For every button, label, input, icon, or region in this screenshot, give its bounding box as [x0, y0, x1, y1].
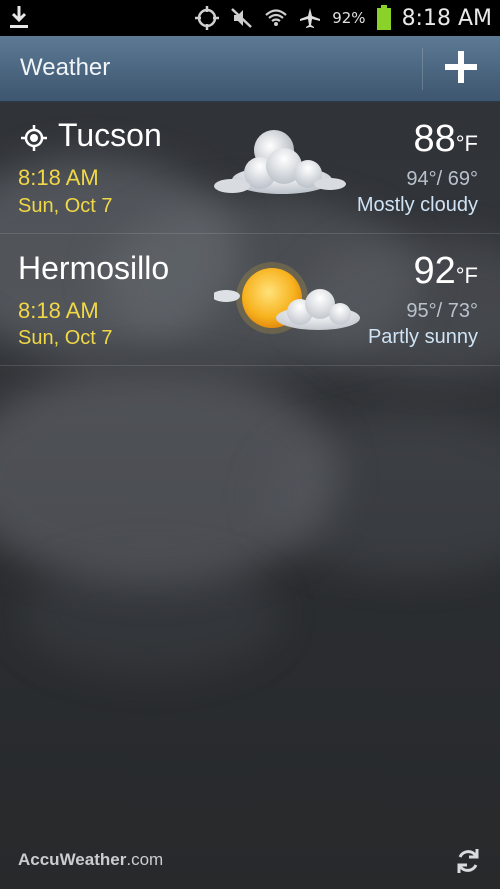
action-bar: Weather — [0, 36, 500, 102]
current-location-icon — [20, 124, 48, 156]
brand-suffix: .com — [126, 850, 164, 869]
temp-unit: °F — [455, 263, 478, 288]
weather-condition: Mostly cloudy — [356, 194, 478, 216]
local-date: Sun, Oct 7 — [18, 327, 113, 349]
refresh-icon — [455, 849, 481, 879]
high-low-temp: 94°/ 69° — [406, 168, 478, 190]
current-temp: 88°F — [413, 118, 478, 161]
refresh-button[interactable] — [455, 847, 481, 879]
airplane-icon — [298, 6, 322, 30]
moon-cloud-icon — [212, 128, 347, 212]
plus-icon — [445, 51, 477, 87]
wifi-icon — [264, 6, 288, 30]
action-bar-divider — [422, 48, 423, 90]
add-city-button[interactable] — [436, 44, 486, 94]
local-time: 8:18 AM — [18, 298, 99, 324]
city-name: Hermosillo — [18, 250, 170, 286]
time-ampm: AM — [65, 298, 99, 323]
temp-unit: °F — [455, 131, 478, 156]
city-row-hermosillo[interactable]: Hermosillo 8:18 AM Sun, Oct 7 92°F 95°/ … — [0, 234, 500, 366]
brand-name: AccuWeather — [18, 850, 127, 869]
time-value: 8:18 — [18, 298, 61, 323]
time-value: 8:18 — [18, 165, 61, 190]
accuweather-logo[interactable]: AccuWeather.com — [18, 850, 163, 870]
time-ampm: AM — [65, 165, 99, 190]
download-icon — [8, 4, 30, 30]
local-date: Sun, Oct 7 — [18, 195, 113, 217]
battery-icon — [376, 5, 392, 31]
temp-value: 92 — [413, 250, 456, 292]
gps-icon — [194, 5, 220, 31]
sun-cloud-icon — [212, 256, 364, 348]
weather-condition: Partly sunny — [367, 326, 478, 348]
status-time: 8:18 AM — [401, 5, 492, 31]
city-row-tucson[interactable]: Tucson 8:18 AM Sun, Oct 7 88°F 94°/ 69° … — [0, 102, 500, 234]
current-temp: 92°F — [413, 250, 478, 293]
temp-value: 88 — [413, 118, 456, 160]
high-low-temp: 95°/ 73° — [406, 300, 478, 322]
battery-percent: 92% — [332, 9, 366, 27]
mute-icon — [230, 6, 254, 30]
app-title: Weather — [20, 54, 111, 81]
city-name: Tucson — [58, 117, 162, 153]
local-time: 8:18 AM — [18, 165, 99, 191]
status-bar: 92% 8:18 AM — [0, 0, 500, 36]
